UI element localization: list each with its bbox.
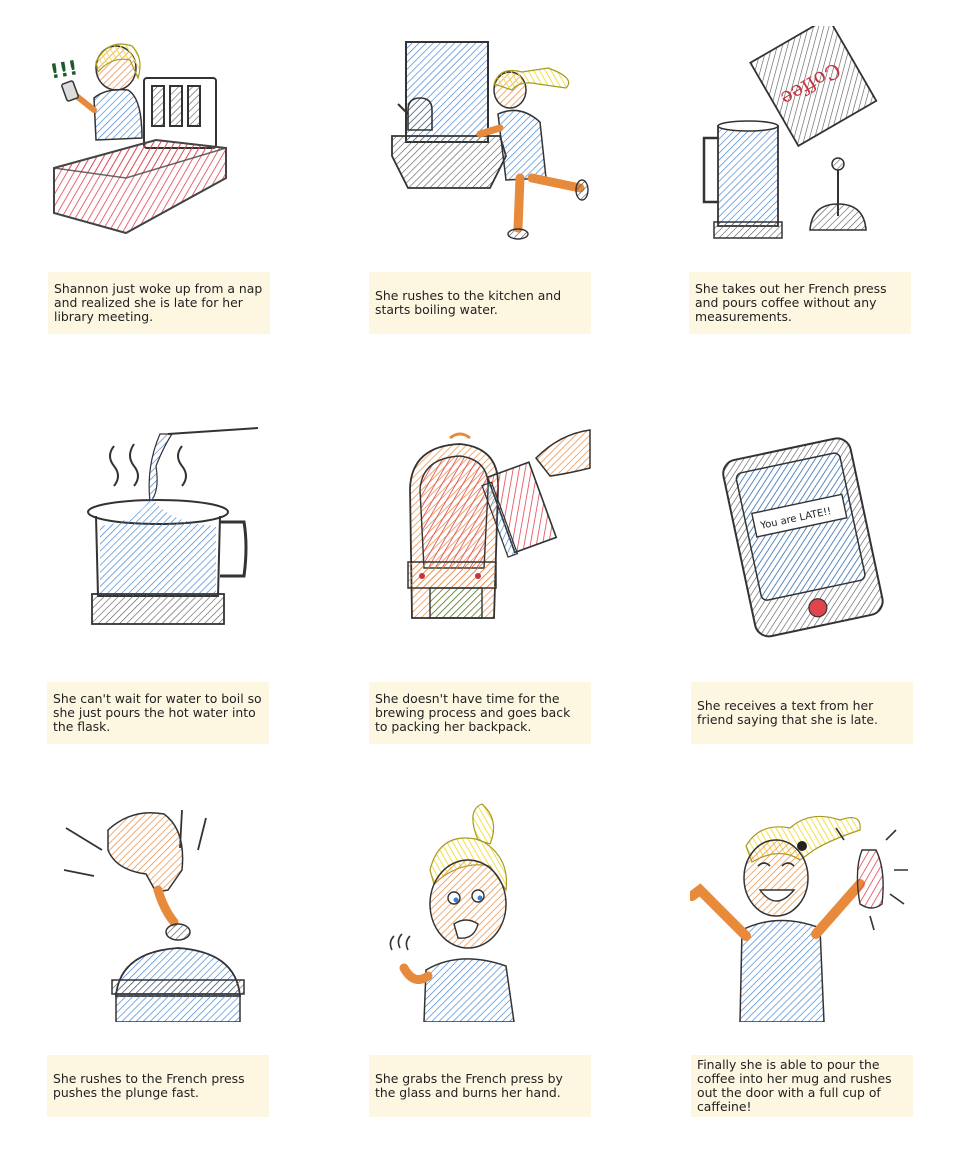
girl-hair: [493, 67, 570, 91]
french-press-top: [111, 947, 245, 1022]
kitchen-counter: [391, 135, 507, 189]
girl-head: [743, 839, 809, 917]
caption-9: Finally she is able to pour the coffee i…: [691, 1055, 913, 1117]
caption-text: Shannon just woke up from a nap and real…: [54, 281, 263, 324]
caption-text: She rushes to the kitchen and starts boi…: [375, 288, 562, 317]
mug-icon: [856, 849, 884, 909]
illustration-girl-running-to-kettle: [370, 28, 590, 250]
caption-text: She rushes to the French press pushes th…: [53, 1071, 245, 1100]
plunger-knob: [165, 923, 191, 941]
illustration-coffee-bag-and-french-press: Coffee: [690, 26, 912, 248]
phone-icon: [61, 80, 79, 102]
illustration-girl-burned-hand: [370, 800, 592, 1022]
girl-body: [497, 109, 547, 181]
kettle-spout: [167, 427, 259, 435]
steam-lines: [109, 443, 187, 487]
caption-text: She doesn't have time for the brewing pr…: [375, 691, 571, 734]
illustration-water-pouring-into-flask: [48, 426, 270, 648]
illustration-phone-text-message: You are LATE!!: [690, 428, 912, 650]
girl-body: [423, 958, 515, 1022]
french-press-lid: [809, 157, 867, 231]
caption-1: Shannon just woke up from a nap and real…: [48, 272, 270, 334]
caption-2: She rushes to the kitchen and starts boi…: [369, 272, 591, 334]
alarm-marks: !!!: [48, 55, 79, 83]
illustration-hand-pushing-plunger: [46, 800, 268, 1022]
illustration-girl-celebrating-with-mug: [690, 800, 912, 1022]
caption-5: She doesn't have time for the brewing pr…: [369, 682, 591, 744]
illustration-girl-with-phone-on-bed: !!!: [46, 28, 271, 250]
bed-headboard: [143, 77, 217, 149]
caption-8: She grabs the French press by the glass …: [369, 1055, 591, 1117]
hand: [107, 812, 184, 893]
hand: [535, 429, 591, 477]
water-stream: [148, 433, 174, 504]
caption-4: She can't wait for water to boil so she …: [47, 682, 269, 744]
caption-text: She can't wait for water to boil so she …: [53, 691, 262, 734]
caption-text: Finally she is able to pour the coffee i…: [697, 1057, 892, 1114]
caption-6: She receives a text from her friend sayi…: [691, 682, 913, 744]
flask: [87, 496, 248, 625]
girl-body: [93, 88, 143, 141]
smartphone: You are LATE!!: [722, 437, 884, 638]
illustration-backpack-and-book: [370, 428, 592, 650]
kettle-icon: [397, 97, 433, 131]
steam-icon: [389, 933, 411, 951]
caption-3: She takes out her French press and pours…: [689, 272, 911, 334]
caption-text: She grabs the French press by the glass …: [375, 1071, 563, 1100]
caption-7: She rushes to the French press pushes th…: [47, 1055, 269, 1117]
french-press: [702, 120, 783, 239]
caption-text: She takes out her French press and pours…: [695, 281, 887, 324]
caption-text: She receives a text from her friend sayi…: [697, 698, 878, 727]
backpack: [407, 432, 499, 619]
